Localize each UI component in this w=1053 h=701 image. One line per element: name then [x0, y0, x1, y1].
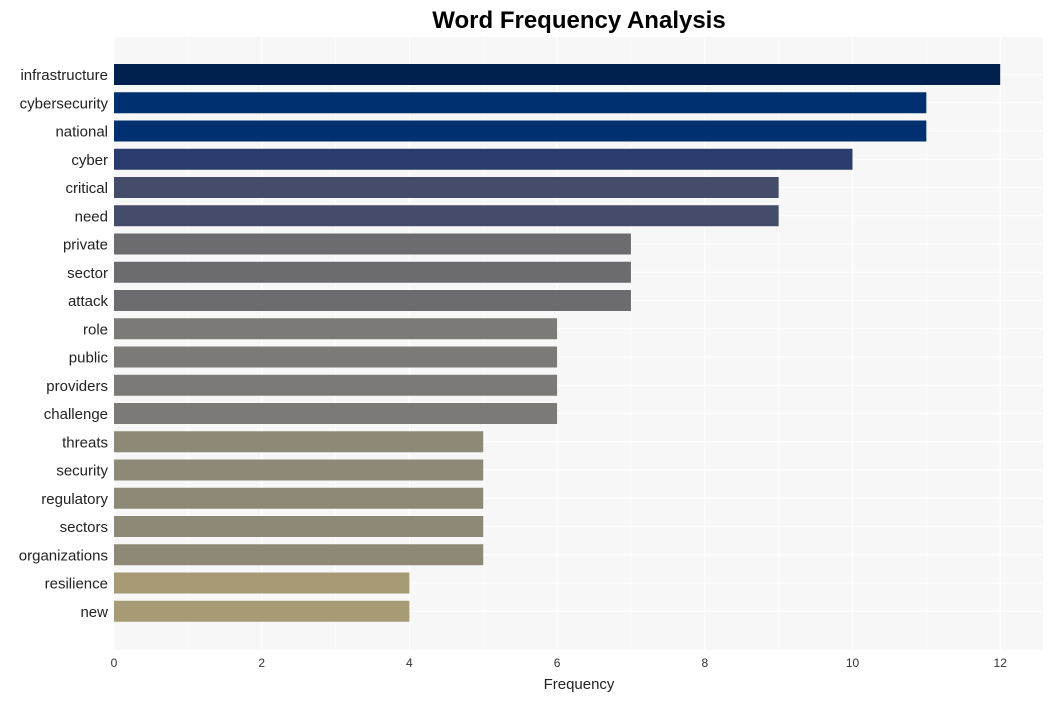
y-tick-label: role — [83, 321, 108, 338]
bar-chart: Word Frequency Analysis infrastructure cy… — [19, 7, 1043, 693]
bar-attack — [114, 290, 631, 311]
x-axis-label: Frequency — [544, 676, 615, 693]
y-tick-label: regulatory — [41, 491, 108, 508]
bar-public — [114, 346, 558, 368]
x-tick-label: 6 — [554, 656, 561, 670]
bar-organizations — [114, 544, 484, 566]
bar-providers — [114, 374, 558, 396]
bar-critical — [114, 177, 779, 198]
bar-cyber — [114, 148, 853, 170]
x-tick-label: 12 — [994, 656, 1008, 670]
y-tick-label: threats — [62, 434, 108, 451]
x-tick-label: 8 — [701, 656, 708, 670]
y-tick-label: sector — [67, 265, 108, 282]
y-tick-label: security — [56, 463, 108, 480]
bar-new — [114, 600, 410, 622]
x-axis-ticks: 0 2 4 6 8 10 12 — [111, 656, 1008, 670]
y-tick-label: providers — [46, 378, 108, 395]
y-axis-labels: infrastructurecybersecuritynationalcyber… — [19, 67, 109, 621]
bar-sectors — [114, 516, 484, 537]
x-tick-label: 10 — [846, 656, 860, 670]
y-tick-label: sectors — [60, 519, 108, 536]
chart-title: Word Frequency Analysis — [432, 7, 725, 34]
bar-security — [114, 459, 484, 481]
bar-challenge — [114, 403, 558, 424]
bar-need — [114, 205, 779, 227]
y-tick-label: need — [75, 208, 108, 225]
y-tick-label: resilience — [45, 576, 108, 593]
y-tick-label: cyber — [71, 152, 108, 169]
y-tick-label: cybersecurity — [20, 95, 109, 112]
bar-infrastructure — [114, 64, 1001, 85]
y-tick-label: private — [63, 237, 108, 254]
y-tick-label: infrastructure — [20, 67, 108, 84]
bar-role — [114, 318, 558, 340]
y-tick-label: critical — [65, 180, 108, 197]
x-tick-label: 0 — [111, 656, 118, 670]
y-tick-label: national — [55, 124, 108, 141]
y-tick-label: attack — [68, 293, 109, 310]
bar-resilience — [114, 572, 410, 594]
bar-sector — [114, 261, 631, 283]
y-tick-label: public — [69, 350, 109, 367]
bar-cybersecurity — [114, 92, 927, 114]
bar-threats — [114, 431, 484, 453]
x-tick-label: 4 — [406, 656, 413, 670]
bar-regulatory — [114, 487, 484, 509]
y-tick-label: new — [80, 604, 108, 621]
bar-national — [114, 120, 927, 142]
y-tick-label: challenge — [44, 406, 108, 423]
bar-private — [114, 233, 631, 255]
x-tick-label: 2 — [258, 656, 265, 670]
y-tick-label: organizations — [19, 547, 108, 564]
